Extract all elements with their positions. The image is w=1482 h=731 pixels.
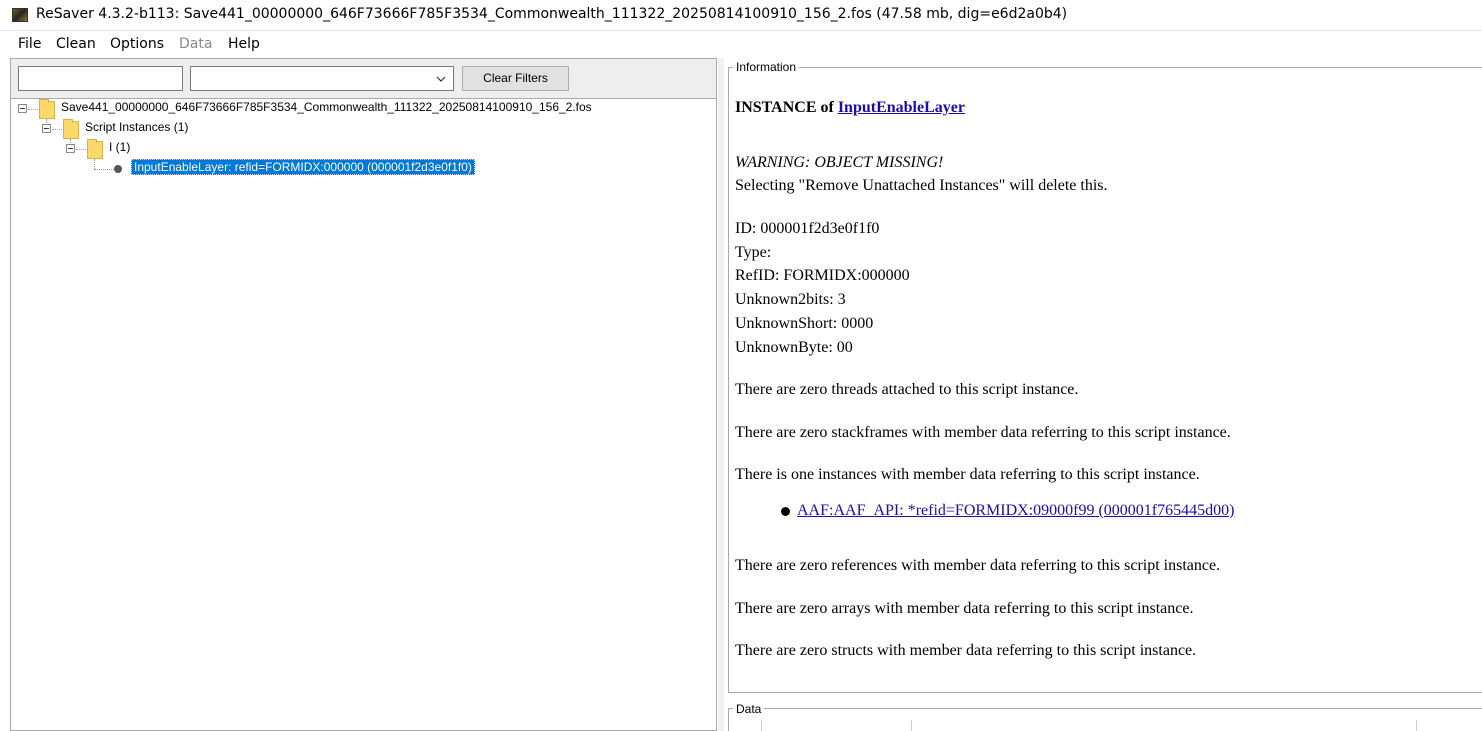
save-tree: Save441_00000000_646F73666F785F3534_Comm… [11,98,716,730]
split-pane-divider[interactable] [718,58,724,731]
title-bar: ReSaver 4.3.2-b113: Save441_00000000_646… [0,0,1482,31]
info-threads: There are zero threads attached to this … [735,381,1079,398]
instance-link[interactable]: AAF:AAF_API: *refid=FORMIDX:09000f99 (00… [797,502,1234,519]
data-table-header [731,720,1479,731]
folder-icon [63,119,79,139]
collapse-icon[interactable] [66,144,75,153]
window-title: ReSaver 4.3.2-b113: Save441_00000000_646… [36,6,1068,22]
instance-icon [114,165,122,173]
menu-clean[interactable]: Clean [56,36,96,52]
tree-node-label: Script Instances (1) [85,120,189,134]
menu-help[interactable]: Help [228,36,260,52]
tree-node-label: I (1) [109,140,131,154]
tree-node-subgroup[interactable]: I (1) [11,139,711,159]
info-instances: There is one instances with member data … [735,466,1200,483]
collapse-icon[interactable] [42,124,51,133]
info-id: ID: 000001f2d3e0f1f0 [735,220,880,237]
app-icon [12,8,28,22]
info-unknownbyte: UnknownByte: 00 [735,339,853,356]
collapse-icon[interactable] [18,104,27,113]
menu-options[interactable]: Options [110,36,164,52]
info-type: Type: [735,244,772,261]
info-refid: RefID: FORMIDX:000000 [735,267,910,284]
tree-panel: Clear Filters Save441_00000000_646F73666… [10,58,717,731]
info-warning: WARNING: OBJECT MISSING! [735,154,944,171]
data-panel: Data [725,698,1482,731]
menu-bar: File Clean Options Data Help [0,31,1482,57]
info-references: There are zero references with member da… [735,557,1221,574]
info-arrays: There are zero arrays with member data r… [735,600,1194,617]
filter-bar: Clear Filters [11,59,716,98]
folder-icon [39,99,55,119]
info-heading-link[interactable]: InputEnableLayer [838,99,965,116]
info-structs: There are zero structs with member data … [735,642,1197,659]
bullet-icon [781,507,790,516]
menu-data[interactable]: Data [179,36,212,52]
filter-dropdown[interactable] [190,66,454,91]
column-separator[interactable] [911,720,912,731]
information-panel: Information INSTANCE of InputEnableLayer… [725,58,1482,695]
data-legend: Data [733,702,765,716]
clear-filters-button[interactable]: Clear Filters [462,66,569,91]
menu-file[interactable]: File [18,36,41,52]
filter-text-input[interactable] [18,66,183,91]
info-heading-prefix: INSTANCE of [735,99,834,116]
tree-node-label: Save441_00000000_646F73666F785F3534_Comm… [61,100,592,114]
folder-icon [87,139,103,159]
info-heading: INSTANCE of InputEnableLayer [735,99,965,117]
tree-node-root[interactable]: Save441_00000000_646F73666F785F3534_Comm… [11,99,711,119]
tree-node-instance[interactable]: InputEnableLayer: refid=FORMIDX:000000 (… [11,159,711,177]
information-content: INSTANCE of InputEnableLayer WARNING: OB… [731,74,1479,688]
tree-node-label-selected: InputEnableLayer: refid=FORMIDX:000000 (… [131,159,475,175]
info-warning-detail: Selecting "Remove Unattached Instances" … [735,177,1108,194]
tree-node-script-instances[interactable]: Script Instances (1) [11,119,711,139]
info-unknownshort: UnknownShort: 0000 [735,315,874,332]
info-stackframes: There are zero stackframes with member d… [735,424,1231,441]
info-instance-entry: AAF:AAF_API: *refid=FORMIDX:09000f99 (00… [797,502,1234,520]
chevron-down-icon [436,76,446,82]
info-unknown2bits: Unknown2bits: 3 [735,291,846,308]
column-separator[interactable] [1416,720,1417,731]
column-separator[interactable] [761,720,762,731]
information-legend: Information [733,60,800,74]
